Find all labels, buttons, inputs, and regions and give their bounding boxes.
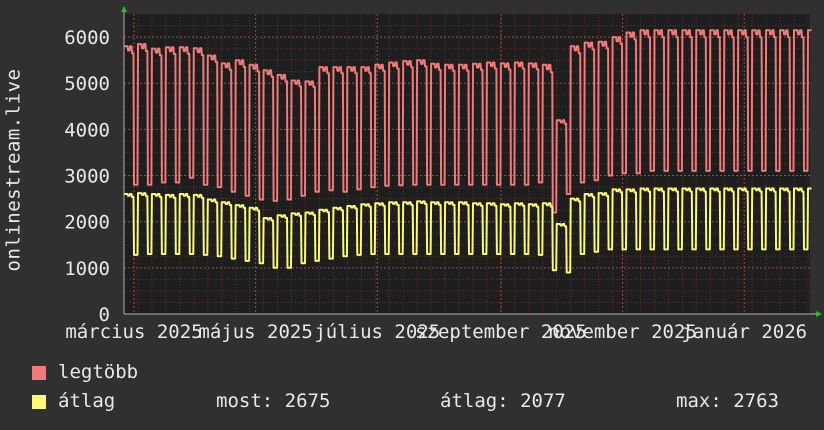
stat-current: most: 2675 xyxy=(216,390,331,412)
y-tick-label: 6000 xyxy=(64,27,110,49)
legend-swatch-avg xyxy=(32,395,46,409)
x-tick-label: január 2026 xyxy=(681,321,807,343)
legend-label-avg: átlag xyxy=(58,390,116,412)
graph-panel: 0 1000 2000 3000 4000 5000 6000 március 2025 máj… xyxy=(0,0,824,430)
y-tick-label: 2000 xyxy=(64,212,110,234)
y-tick-label: 3000 xyxy=(64,166,110,188)
stat-maximum: max: 2763 xyxy=(676,390,779,412)
stat-average: átlag: 2077 xyxy=(440,390,566,412)
legend-swatch-max xyxy=(32,366,46,380)
y-axis-arrow-icon xyxy=(121,6,127,12)
x-axis-arrow-icon xyxy=(816,311,822,317)
x-tick-label: március 2025 xyxy=(65,321,202,343)
y-tick-label: 4000 xyxy=(64,119,110,141)
legend-label-max: legtöbb xyxy=(58,361,139,383)
y-tick-label: 1000 xyxy=(64,258,110,280)
x-tick-label: május 2025 xyxy=(198,321,312,343)
x-tick-label: november 2025 xyxy=(548,321,697,343)
y-tick-label: 5000 xyxy=(64,73,110,95)
y-axis-label-box: onlinestream.live xyxy=(2,60,24,280)
y-axis-label: onlinestream.live xyxy=(2,68,24,272)
